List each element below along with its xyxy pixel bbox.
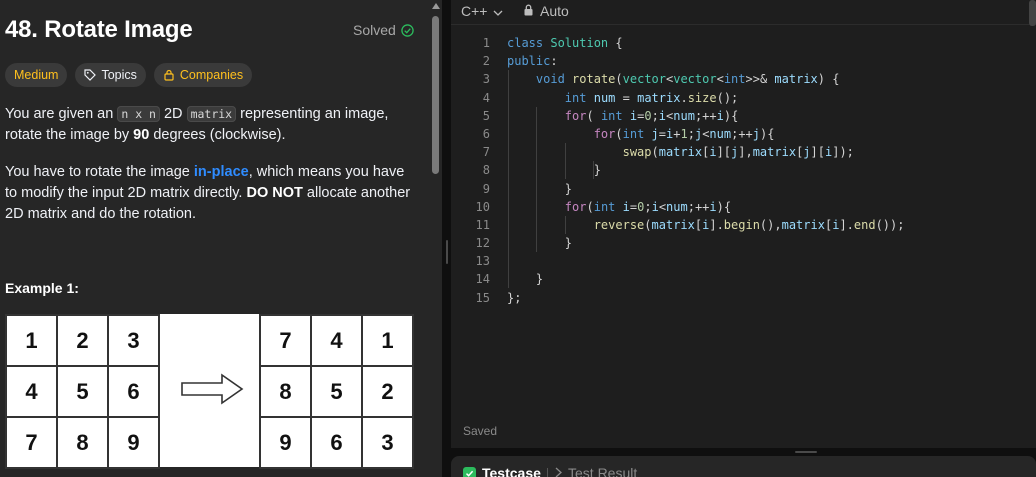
companies-button[interactable]: Companies bbox=[153, 63, 253, 87]
lock-icon bbox=[163, 69, 175, 81]
code-editor-panel: C++ Auto 1 class Solution { 2 public: 3 vo… bbox=[451, 0, 1036, 448]
matrix-cell: 8 bbox=[261, 367, 312, 418]
matrix-cell: 4 bbox=[7, 367, 58, 418]
matrix-cell: 7 bbox=[7, 418, 58, 469]
output-matrix: 7 4 1 8 5 2 9 6 3 bbox=[259, 314, 414, 469]
topics-label: Topics bbox=[101, 68, 137, 82]
difficulty-badge[interactable]: Medium bbox=[5, 63, 68, 87]
matrix-cell: 5 bbox=[312, 367, 363, 418]
description-paragraph-2: You have to rotate the image in-place, w… bbox=[5, 164, 411, 222]
code-line: 7 swap(matrix[i][j],matrix[j][i]); bbox=[482, 145, 854, 160]
matrix-cell: 2 bbox=[58, 316, 109, 367]
code-line: 9 } bbox=[482, 181, 573, 196]
matrix-cell: 3 bbox=[363, 418, 414, 469]
lock-icon bbox=[523, 3, 534, 19]
solved-label: Solved bbox=[353, 22, 396, 38]
code-line: 15}; bbox=[475, 290, 522, 305]
scroll-up-arrow-icon[interactable] bbox=[432, 3, 440, 9]
code-line: 6 for(int j=i+1;j<num;++j){ bbox=[482, 126, 775, 141]
language-selector[interactable]: C++ bbox=[461, 3, 503, 19]
panel-divider[interactable] bbox=[442, 0, 451, 477]
problem-tags: Medium Topics Companies bbox=[5, 63, 253, 87]
companies-label: Companies bbox=[179, 68, 244, 82]
example-image: 1 2 3 4 5 6 7 8 9 7 4 1 8 5 2 9 6 3 bbox=[5, 314, 414, 469]
save-status: Saved bbox=[463, 424, 498, 438]
inline-code-matrix: matrix bbox=[186, 106, 237, 122]
code-line: 14 } bbox=[475, 272, 544, 287]
code-area[interactable]: 1 class Solution { 2 public: 3 void rotate… bbox=[451, 34, 1036, 307]
tab-test-result[interactable]: Test Result bbox=[555, 465, 637, 477]
matrix-cell: 5 bbox=[58, 367, 109, 418]
tab-testcase[interactable]: Testcase bbox=[463, 465, 541, 477]
topics-button[interactable]: Topics bbox=[75, 63, 146, 87]
code-line: 5 for( int i=0;i<num;++i){ bbox=[482, 108, 739, 123]
editor-toolbar: C++ Auto bbox=[451, 0, 1036, 24]
problem-title: 48. Rotate Image bbox=[5, 16, 193, 43]
matrix-cell: 7 bbox=[261, 316, 312, 367]
chevron-right-icon bbox=[555, 465, 562, 477]
editor-resize-handle[interactable] bbox=[795, 451, 817, 453]
toolbar-divider bbox=[451, 24, 1036, 25]
matrix-cell: 4 bbox=[312, 316, 363, 367]
tab-testcase-label: Testcase bbox=[482, 465, 541, 477]
matrix-cell: 6 bbox=[312, 418, 363, 469]
matrix-cell: 6 bbox=[109, 367, 160, 418]
solved-status: Solved bbox=[353, 22, 414, 38]
code-line: 10 for(int i=0;i<num;++i){ bbox=[475, 199, 732, 214]
code-line: 13 bbox=[475, 254, 490, 269]
input-matrix: 1 2 3 4 5 6 7 8 9 bbox=[5, 314, 160, 469]
panel-resize-handle[interactable] bbox=[446, 240, 448, 264]
matrix-cell: 3 bbox=[109, 316, 160, 367]
matrix-cell: 1 bbox=[7, 316, 58, 367]
code-line: 2 public: bbox=[482, 54, 558, 69]
checkbox-icon bbox=[463, 466, 476, 477]
code-line: 12 } bbox=[475, 236, 573, 251]
language-label: C++ bbox=[461, 3, 488, 19]
code-line: 4 int num = matrix.size(); bbox=[482, 90, 739, 105]
matrix-cell: 9 bbox=[109, 418, 160, 469]
tab-separator bbox=[547, 468, 548, 477]
code-line: 1 class Solution { bbox=[482, 36, 623, 50]
matrix-cell: 8 bbox=[58, 418, 109, 469]
arrow-right-icon bbox=[180, 372, 244, 411]
inline-code-nxn: n x n bbox=[117, 106, 160, 122]
editor-scroll-thumb[interactable] bbox=[1029, 0, 1036, 26]
description-scroll-thumb[interactable] bbox=[432, 16, 439, 174]
auto-mode[interactable]: Auto bbox=[523, 3, 569, 19]
code-line: 8 } bbox=[482, 163, 601, 178]
tag-icon bbox=[84, 69, 97, 81]
description-paragraph-1: You are given an n x n 2D matrix represe… bbox=[5, 106, 389, 143]
matrix-cell: 2 bbox=[363, 367, 414, 418]
code-line: 3 void rotate(vector<vector<int>>& matri… bbox=[482, 72, 840, 87]
check-circle-icon bbox=[401, 23, 414, 37]
in-place-link[interactable]: in-place bbox=[194, 164, 249, 180]
auto-label: Auto bbox=[540, 3, 569, 19]
tab-result-label: Test Result bbox=[568, 465, 638, 477]
code-line: 11 reverse(matrix[i].begin(),matrix[i].e… bbox=[475, 217, 905, 232]
problem-panel: 48. Rotate Image Solved Medium Topics Co… bbox=[0, 0, 442, 477]
matrix-cell: 1 bbox=[363, 316, 414, 367]
example-title: Example 1: bbox=[5, 280, 79, 296]
matrix-cell: 9 bbox=[261, 418, 312, 469]
console-panel: Testcase Test Result bbox=[451, 456, 1036, 477]
chevron-down-icon bbox=[493, 3, 503, 19]
